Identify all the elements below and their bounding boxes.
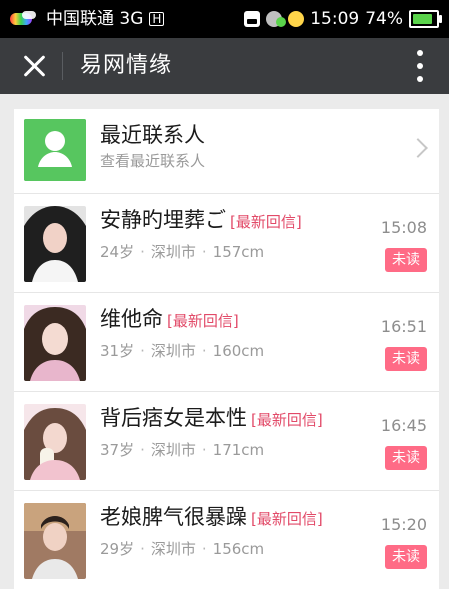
separator-dot: · <box>140 441 145 459</box>
app-bar: 易网情缘 <box>0 38 449 94</box>
message-time: 16:45 <box>380 416 427 435</box>
age-text: 24岁 <box>100 243 135 261</box>
separator-dot: · <box>201 342 207 360</box>
new-reply-tag: [最新回信] <box>251 510 323 528</box>
recent-contacts-avatar-icon <box>24 119 86 181</box>
wechat-notification-icon <box>266 11 287 27</box>
profile-photo-icon <box>24 305 86 381</box>
message-time: 15:08 <box>380 218 427 237</box>
conversation-row[interactable]: 安静旳埋葬ご [最新回信] 24岁 · 深圳市 · 157cm 15:08 未读 <box>14 194 439 293</box>
battery-percent: 74% <box>365 9 403 29</box>
person-silhouette-icon <box>24 119 86 181</box>
contact-name: 维他命 [最新回信] <box>100 305 239 335</box>
carrier-text: 中国联通 3G <box>46 9 144 29</box>
contact-name-text: 维他命 <box>100 307 163 331</box>
contact-meta: 31岁 · 深圳市 · 160cm <box>100 341 264 361</box>
new-reply-tag: [最新回信] <box>230 213 302 231</box>
separator-dot: · <box>140 540 145 558</box>
app-logo-icon <box>10 10 40 28</box>
separator-dot: · <box>201 243 207 261</box>
conversation-row[interactable]: 维他命 [最新回信] 31岁 · 深圳市 · 160cm 16:51 未读 <box>14 293 439 392</box>
contact-name-text: 安静旳埋葬ご <box>100 208 226 232</box>
message-time: 15:20 <box>380 515 427 534</box>
clock-text: 15:09 <box>310 9 360 29</box>
profile-photo-icon <box>24 404 86 480</box>
avatar <box>24 305 86 381</box>
contact-name: 老娘脾气很暴躁 [最新回信] <box>100 503 323 533</box>
contact-name: 安静旳埋葬ご [最新回信] <box>100 206 302 236</box>
conversation-list: 最近联系人 查看最近联系人 安静旳埋葬ご [最新回信] 24岁 · 深圳市 · 157cm… <box>14 109 439 589</box>
city-text: 深圳市 <box>150 441 196 459</box>
age-text: 31岁 <box>100 342 135 360</box>
age-text: 37岁 <box>100 441 135 459</box>
gallery-notification-icon <box>244 11 261 27</box>
unread-badge: 未读 <box>385 545 427 569</box>
chevron-right-icon <box>408 138 428 158</box>
avatar <box>24 206 86 282</box>
height-text: 157cm <box>212 243 265 261</box>
separator-dot: · <box>140 342 145 360</box>
contact-meta: 37岁 · 深圳市 · 171cm <box>100 440 264 460</box>
conversation-row[interactable]: 背后痞女是本性 [最新回信] 37岁 · 深圳市 · 171cm 16:45 未读 <box>14 392 439 491</box>
height-text: 156cm <box>212 540 265 558</box>
separator-dot: · <box>140 243 145 261</box>
age-text: 29岁 <box>100 540 135 558</box>
separator-dot: · <box>201 540 207 558</box>
profile-photo-icon <box>24 206 86 282</box>
network-h-badge: H <box>149 12 165 26</box>
status-left: 中国联通 3G H <box>10 8 165 30</box>
unread-badge: 未读 <box>385 446 427 470</box>
city-text: 深圳市 <box>150 342 196 360</box>
profile-photo-icon <box>24 503 86 579</box>
contact-name-text: 背后痞女是本性 <box>100 406 247 430</box>
city-text: 深圳市 <box>150 243 196 261</box>
unread-badge: 未读 <box>385 347 427 371</box>
height-text: 160cm <box>212 342 265 360</box>
new-reply-tag: [最新回信] <box>251 411 323 429</box>
conversation-row[interactable]: 老娘脾气很暴躁 [最新回信] 29岁 · 深圳市 · 156cm 15:20 未读 <box>14 491 439 589</box>
status-right: 15:09 74% <box>244 8 442 30</box>
battery-icon <box>409 10 442 28</box>
recent-contacts-title: 最近联系人 <box>100 123 205 147</box>
separator-dot: · <box>201 441 207 459</box>
more-options-icon[interactable] <box>415 50 425 82</box>
contact-name-text: 老娘脾气很暴躁 <box>100 505 247 529</box>
contact-name: 背后痞女是本性 [最新回信] <box>100 404 323 434</box>
appbar-divider <box>62 52 63 80</box>
contact-meta: 24岁 · 深圳市 · 157cm <box>100 242 264 262</box>
recent-contacts-row[interactable]: 最近联系人 查看最近联系人 <box>14 109 439 194</box>
contact-meta: 29岁 · 深圳市 · 156cm <box>100 539 264 559</box>
height-text: 171cm <box>212 441 265 459</box>
status-bar: 中国联通 3G H 15:09 74% <box>0 0 449 38</box>
message-time: 16:51 <box>380 317 427 336</box>
recent-contacts-subtitle: 查看最近联系人 <box>100 152 206 170</box>
avatar <box>24 503 86 579</box>
new-reply-tag: [最新回信] <box>167 312 239 330</box>
avatar <box>24 404 86 480</box>
close-icon[interactable] <box>20 52 48 80</box>
app-notification-icon <box>288 11 305 27</box>
city-text: 深圳市 <box>150 540 196 558</box>
page-title: 易网情缘 <box>80 53 173 78</box>
unread-badge: 未读 <box>385 248 427 272</box>
